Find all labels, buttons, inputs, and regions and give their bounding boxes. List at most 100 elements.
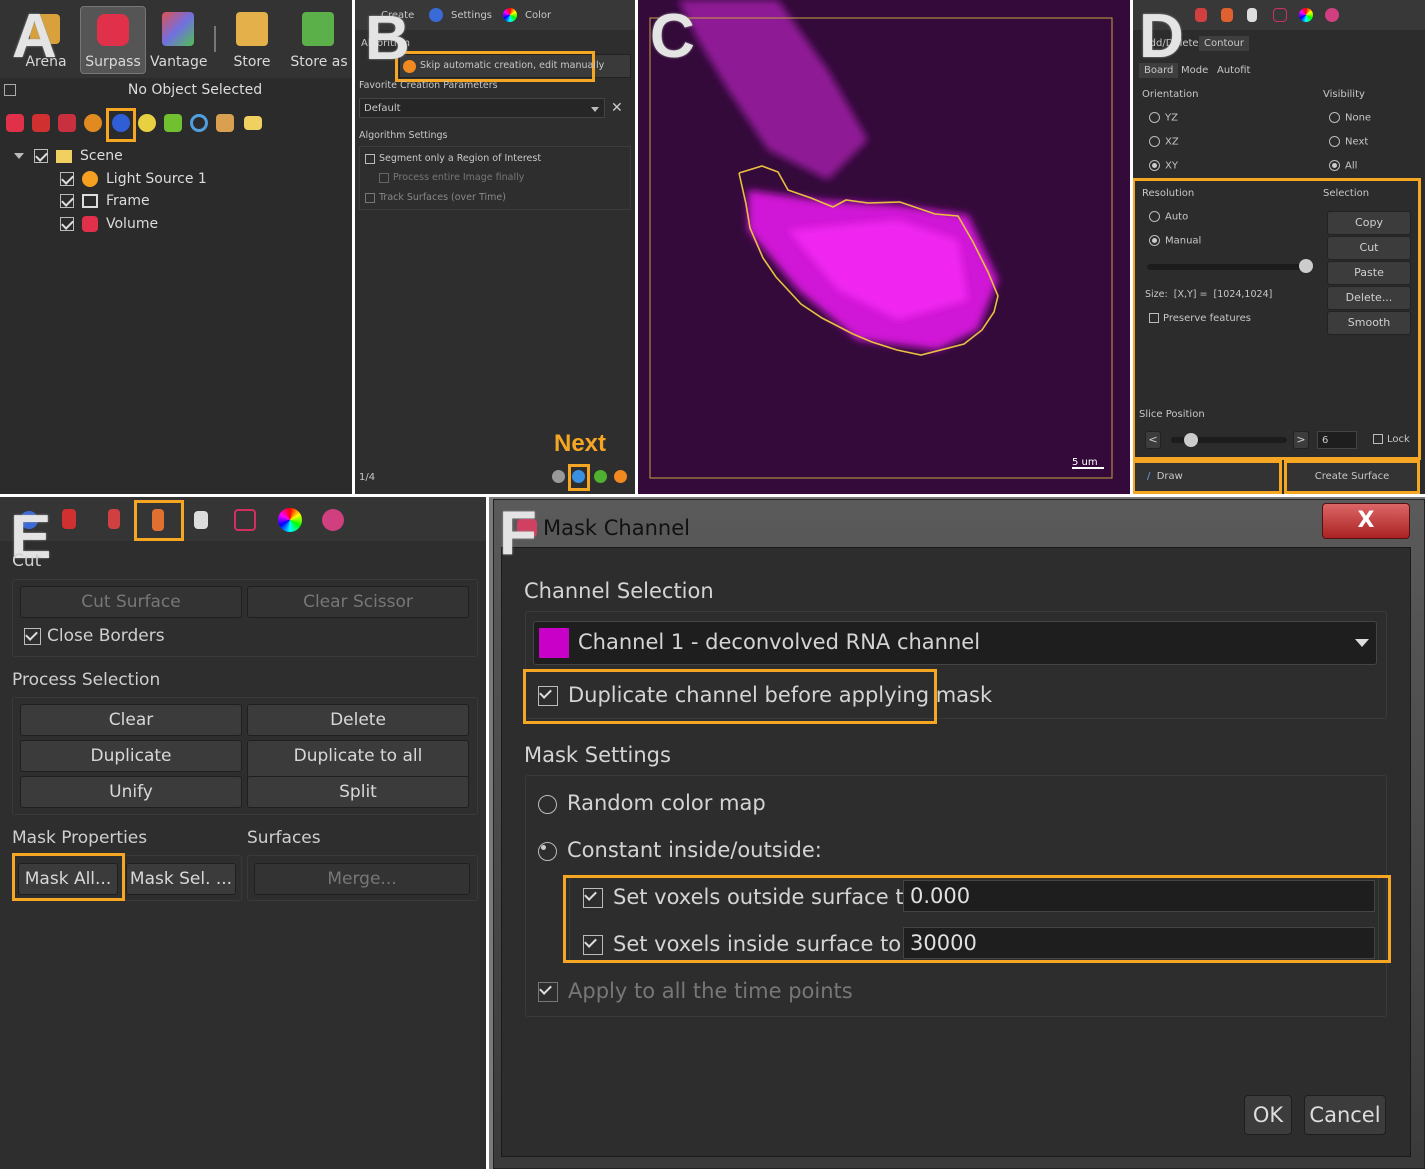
- gear-icon[interactable]: [1325, 8, 1339, 22]
- tree-frame[interactable]: Frame: [60, 193, 150, 209]
- brush-icon[interactable]: [1221, 8, 1233, 22]
- finish-button[interactable]: [594, 470, 607, 483]
- reference-frame-icon[interactable]: [190, 114, 208, 132]
- orientation-label: Orientation: [1142, 89, 1199, 100]
- vis-none[interactable]: None: [1329, 112, 1371, 124]
- filter-icon[interactable]: [194, 511, 208, 529]
- store-as-icon[interactable]: [302, 12, 334, 46]
- preset-select[interactable]: Default: [359, 98, 605, 118]
- scene-checkbox[interactable]: [34, 149, 48, 163]
- panel-e: E Cut Cut Surface Clear Scissor Close Bo…: [0, 497, 486, 1169]
- merge-button[interactable]: Merge...: [254, 863, 470, 895]
- orient-xz[interactable]: XZ: [1149, 136, 1179, 148]
- constant-radio[interactable]: Constant inside/outside:: [538, 838, 822, 862]
- panel-letter-f: F: [499, 499, 537, 568]
- algo-settings-label: Algorithm Settings: [359, 130, 448, 141]
- vantage-icon[interactable]: [162, 12, 194, 46]
- panel-b: Create Settings Color Algorithm Skip aut…: [355, 0, 635, 494]
- tree-scene[interactable]: Scene: [14, 148, 123, 164]
- back-button[interactable]: [552, 470, 565, 483]
- folder-icon[interactable]: [244, 116, 262, 130]
- spots-icon[interactable]: [84, 114, 102, 132]
- highlight-next: [568, 464, 590, 491]
- tab-settings[interactable]: Settings: [451, 10, 492, 21]
- opt-segment-roi[interactable]: Segment only a Region of Interest: [365, 153, 541, 164]
- color-wheel-icon[interactable]: [278, 508, 302, 532]
- surpass-icon[interactable]: [97, 14, 129, 46]
- panel-letter-d: D: [1139, 2, 1184, 71]
- toolbar-store-as[interactable]: Store as: [290, 54, 348, 70]
- stats-icon[interactable]: [1273, 8, 1287, 22]
- toolbar-store[interactable]: Store: [226, 54, 278, 70]
- gear-icon[interactable]: [322, 509, 344, 531]
- volume-checkbox[interactable]: [60, 217, 74, 231]
- create-surface-label: Create Surface: [1314, 471, 1390, 482]
- cancel-button[interactable]: [614, 470, 627, 483]
- pencil-icon[interactable]: [1195, 8, 1207, 22]
- pencil-icon[interactable]: [108, 509, 120, 529]
- panel-letter-c: C: [650, 2, 695, 71]
- filter-icon[interactable]: [1247, 8, 1257, 22]
- opt-process-entire[interactable]: Process entire Image finally: [379, 172, 524, 183]
- orient-yz[interactable]: YZ: [1149, 112, 1178, 124]
- settings-icon: [429, 8, 443, 22]
- tree-light-source[interactable]: Light Source 1: [60, 171, 207, 187]
- panel-c: 5 um C: [638, 0, 1130, 494]
- tree-label: Frame: [106, 193, 150, 209]
- orient-xy[interactable]: XY: [1149, 160, 1178, 172]
- random-color-map-radio[interactable]: Random color map: [538, 791, 766, 815]
- filament-icon[interactable]: [58, 114, 76, 132]
- ok-button[interactable]: OK: [1244, 1095, 1292, 1135]
- duplicate-button[interactable]: Duplicate: [20, 740, 242, 772]
- split-button[interactable]: Split: [247, 776, 469, 808]
- clear-button[interactable]: Clear: [20, 704, 242, 736]
- clipping-plane-icon[interactable]: [164, 114, 182, 132]
- draw-pencil-icon: /: [1147, 471, 1151, 482]
- color-icon: [503, 8, 517, 22]
- tab-color[interactable]: Color: [525, 10, 551, 21]
- tree-volume[interactable]: Volume: [60, 216, 158, 232]
- tab-contour[interactable]: Contour: [1199, 36, 1249, 51]
- scissors-icon[interactable]: [216, 114, 234, 132]
- scale-label: 5 um: [1072, 457, 1098, 468]
- light-checkbox[interactable]: [60, 172, 74, 186]
- delete-button[interactable]: Delete: [247, 704, 469, 736]
- stats-icon[interactable]: [234, 509, 256, 531]
- mask-selected-button[interactable]: Mask Sel. ...: [126, 863, 236, 895]
- unify-button[interactable]: Unify: [20, 776, 242, 808]
- measurement-icon[interactable]: [138, 114, 156, 132]
- tree-expand-icon[interactable]: [14, 153, 24, 159]
- color-wheel-icon[interactable]: [1299, 8, 1313, 22]
- vis-next[interactable]: Next: [1329, 136, 1368, 148]
- close-borders-checkbox[interactable]: Close Borders: [24, 626, 165, 646]
- store-icon[interactable]: [236, 12, 268, 46]
- channel-selection-label: Channel Selection: [524, 579, 714, 603]
- apply-all-timepoints-checkbox[interactable]: Apply to all the time points: [538, 979, 853, 1003]
- wand-icon[interactable]: [62, 509, 76, 529]
- tab-autofit[interactable]: Autofit: [1217, 65, 1250, 76]
- highlight-edit-tab: [134, 500, 184, 541]
- highlight-duplicate: [523, 669, 937, 724]
- toolbar-vantage[interactable]: Vantage: [150, 54, 208, 70]
- tools-icon[interactable]: ✕: [611, 100, 623, 116]
- clear-scissor-button[interactable]: Clear Scissor: [247, 586, 469, 618]
- microscopy-view[interactable]: [638, 0, 1130, 494]
- highlight-voxel-values: [563, 875, 1391, 963]
- visibility-label: Visibility: [1323, 89, 1365, 100]
- cancel-button[interactable]: Cancel: [1304, 1095, 1386, 1135]
- spots-add-icon[interactable]: [32, 114, 50, 132]
- toolbar-surpass[interactable]: Surpass: [80, 54, 146, 70]
- highlight-resolution-selection: [1133, 178, 1421, 460]
- tab-mode[interactable]: Mode: [1181, 65, 1208, 76]
- dialog-close-button[interactable]: X: [1322, 503, 1410, 539]
- volume-icon: [82, 216, 98, 232]
- opt-track-surfaces[interactable]: Track Surfaces (over Time): [365, 192, 506, 203]
- surface-add-icon[interactable]: [6, 114, 24, 132]
- chevron-down-icon[interactable]: [1355, 639, 1369, 647]
- frame-checkbox[interactable]: [60, 194, 74, 208]
- tree-label: Volume: [106, 216, 159, 232]
- panel-a: Arena Surpass Vantage Store Store as A N…: [0, 0, 352, 494]
- vis-all[interactable]: All: [1329, 160, 1357, 172]
- cut-surface-button[interactable]: Cut Surface: [20, 586, 242, 618]
- mask-properties-label: Mask Properties: [12, 828, 148, 848]
